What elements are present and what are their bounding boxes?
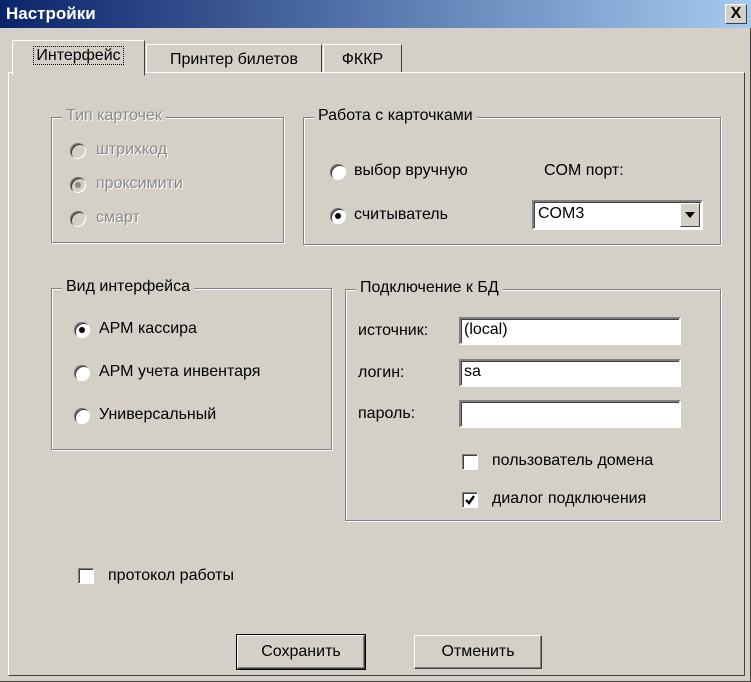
close-button[interactable]: X: [725, 4, 747, 24]
db-connection-group: Подключение к БД источник: (local) логин…: [345, 279, 721, 521]
interface-view-legend: Вид интерфейса: [62, 278, 195, 296]
source-label: источник:: [358, 322, 429, 339]
radio-barcode-label: штрихкод: [96, 141, 168, 158]
radio-cashier-label[interactable]: АРМ кассира: [99, 320, 197, 338]
log-label[interactable]: протокол работы: [108, 567, 234, 585]
settings-window: Настройки X Интерфейс Принтер билетов ФК…: [0, 0, 751, 682]
domain-user-checkbox[interactable]: [462, 454, 478, 470]
login-input[interactable]: sa: [459, 359, 681, 387]
radio-barcode: [70, 143, 86, 159]
radio-inventory-label[interactable]: АРМ учета инвентаря: [99, 363, 260, 381]
radio-proximity-label: проксимити: [96, 175, 183, 192]
login-label: логин:: [358, 364, 405, 381]
source-input[interactable]: (local): [459, 317, 681, 345]
com-port-label: COM порт:: [544, 162, 624, 179]
checkmark-icon: [465, 495, 475, 505]
connect-dialog-checkbox[interactable]: [462, 492, 478, 508]
connect-dialog-label[interactable]: диалог подключения: [492, 490, 646, 508]
db-connection-legend: Подключение к БД: [356, 279, 503, 297]
tab-interface[interactable]: Интерфейс: [12, 40, 145, 76]
card-type-group: Тип карточек штрихкод проксимити смарт: [51, 107, 284, 243]
com-port-value: COM3: [538, 205, 585, 222]
radio-cashier[interactable]: [74, 322, 90, 338]
radio-universal-label[interactable]: Универсальный: [99, 406, 216, 424]
card-work-group: Работа с карточками выбор вручную считыв…: [303, 107, 721, 245]
save-button[interactable]: Сохранить: [236, 634, 366, 670]
card-work-legend: Работа с карточками: [314, 107, 477, 125]
tab-interface-label: Интерфейс: [33, 46, 124, 65]
radio-reader[interactable]: [330, 208, 346, 224]
radio-proximity: [70, 177, 86, 193]
radio-reader-label[interactable]: считыватель: [354, 206, 448, 224]
domain-user-label[interactable]: пользователь домена: [492, 452, 653, 470]
radio-universal[interactable]: [74, 408, 90, 424]
radio-smart-label: смарт: [96, 209, 140, 226]
password-label: пароль:: [358, 405, 416, 422]
radio-inventory[interactable]: [74, 365, 90, 381]
log-checkbox[interactable]: [78, 568, 94, 584]
dropdown-arrow-icon[interactable]: [680, 203, 700, 227]
interface-view-group: Вид интерфейса АРМ кассира АРМ учета инв…: [51, 278, 332, 450]
tab-fkkr-label: ФККР: [341, 51, 384, 68]
title-bar[interactable]: Настройки X: [0, 0, 751, 28]
window-title: Настройки: [6, 4, 96, 23]
radio-manual-label[interactable]: выбор вручную: [354, 162, 468, 180]
cancel-button[interactable]: Отменить: [414, 635, 542, 669]
radio-manual[interactable]: [330, 164, 346, 180]
radio-smart: [70, 211, 86, 227]
card-type-legend: Тип карточек: [62, 107, 166, 125]
tab-panel: Тип карточек штрихкод проксимити смарт Р…: [8, 72, 745, 676]
password-input[interactable]: [459, 400, 681, 428]
com-port-select[interactable]: COM3: [532, 200, 703, 230]
tab-ticket-printer-label: Принтер билетов: [170, 51, 298, 68]
